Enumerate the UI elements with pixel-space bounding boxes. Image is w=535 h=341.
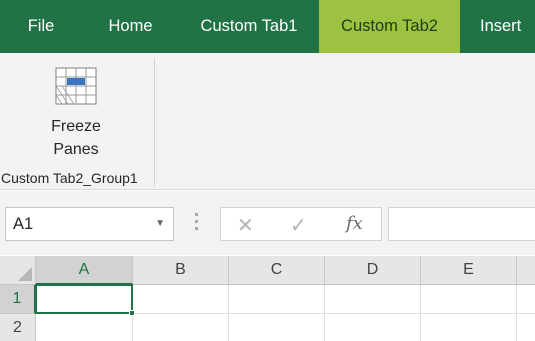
cancel-icon[interactable]: ✕: [237, 213, 254, 238]
ribbon-tab-bar: File Home Custom Tab1 Custom Tab2 Insert: [0, 0, 535, 53]
column-header-e[interactable]: E: [421, 256, 517, 285]
ribbon-panel: Freeze Panes Custom Tab2_Group1: [0, 53, 535, 190]
ribbon-group-label: Custom Tab2_Group1: [1, 170, 138, 186]
cell-d1[interactable]: [325, 285, 421, 314]
column-header-d[interactable]: D: [325, 256, 421, 285]
tab-custom-tab1[interactable]: Custom Tab1: [179, 0, 319, 53]
formula-input[interactable]: [388, 207, 535, 241]
freeze-panes-icon: [55, 67, 97, 105]
cell-e1[interactable]: [421, 285, 517, 314]
tab-insert[interactable]: Insert: [460, 0, 535, 53]
row-header-2[interactable]: 2: [0, 314, 36, 341]
cell-c1[interactable]: [229, 285, 325, 314]
chevron-down-icon[interactable]: ▼: [155, 218, 165, 229]
active-cell-selection[interactable]: [35, 284, 135, 316]
name-box-value: A1: [13, 215, 34, 233]
row-header-1[interactable]: 1: [0, 285, 36, 314]
select-all-button[interactable]: [0, 256, 36, 285]
worksheet-grid: A B C D E 1 2: [0, 256, 535, 341]
fill-handle[interactable]: [129, 310, 135, 316]
column-header-c[interactable]: C: [229, 256, 325, 285]
insert-function-icon[interactable]: fx: [346, 213, 363, 234]
tab-file[interactable]: File: [0, 0, 82, 53]
freeze-panes-label-line2: Panes: [53, 141, 99, 158]
ribbon-group-separator: [154, 58, 155, 186]
select-all-icon: [18, 267, 32, 281]
cell-e2[interactable]: [421, 314, 517, 341]
formula-bar-buttons: ✕ ✓ fx: [220, 207, 382, 241]
column-header-a[interactable]: A: [36, 256, 133, 285]
cell-f2[interactable]: [517, 314, 535, 341]
column-header-b[interactable]: B: [133, 256, 229, 285]
freeze-panes-button[interactable]: Freeze Panes: [38, 61, 114, 165]
cell-d2[interactable]: [325, 314, 421, 341]
tab-home[interactable]: Home: [82, 0, 179, 53]
enter-icon[interactable]: ✓: [290, 213, 307, 238]
name-box[interactable]: A1 ▼: [5, 207, 174, 241]
freeze-panes-label-line1: Freeze: [51, 118, 101, 135]
column-header-partial[interactable]: [517, 256, 535, 285]
cell-b2[interactable]: [133, 314, 229, 341]
tab-custom-tab2[interactable]: Custom Tab2: [319, 0, 460, 53]
cell-c2[interactable]: [229, 314, 325, 341]
formula-bar-resize-handle-icon[interactable]: [193, 210, 199, 236]
cell-f1[interactable]: [517, 285, 535, 314]
cell-b1[interactable]: [133, 285, 229, 314]
formula-bar-area: A1 ▼ ✕ ✓ fx: [0, 191, 535, 255]
cell-a2[interactable]: [36, 314, 133, 341]
